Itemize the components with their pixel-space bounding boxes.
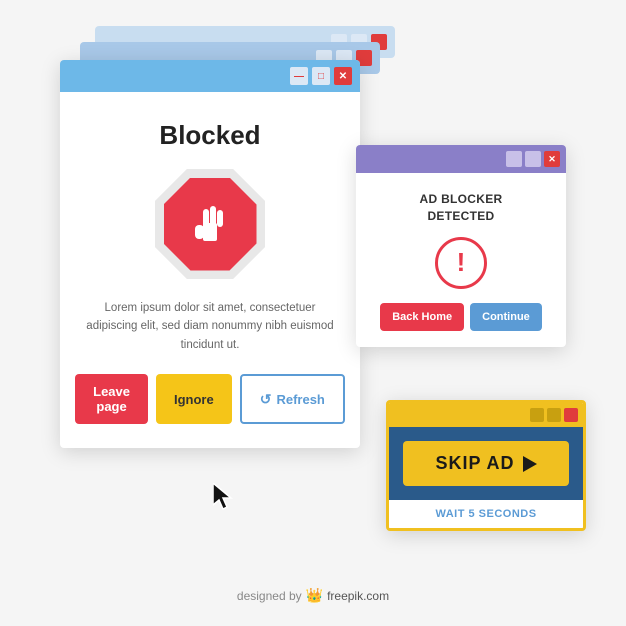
main-window-min[interactable]: — [290, 67, 308, 85]
main-window-close[interactable]: ✕ [334, 67, 352, 85]
skip-ad-button[interactable]: SKIP AD [403, 441, 569, 486]
ad-window-min[interactable] [506, 151, 522, 167]
skip-ad-titlebar [389, 403, 583, 427]
main-window: — □ ✕ Blocked [60, 60, 360, 448]
ad-blocker-title: AD BLOCKERDETECTED [370, 191, 552, 225]
footer-designed-by: designed by [237, 589, 302, 603]
refresh-icon: ↺ [260, 391, 272, 408]
ad-window-max[interactable] [525, 151, 541, 167]
ad-blocker-window: ✕ AD BLOCKERDETECTED ! Back Home Continu… [356, 145, 566, 347]
ignore-button[interactable]: Ignore [156, 374, 232, 424]
stop-sign-inner [164, 178, 257, 271]
play-icon [523, 456, 537, 472]
lorem-text: Lorem ipsum dolor sit amet, consectetuer… [84, 299, 336, 354]
main-window-max[interactable]: □ [312, 67, 330, 85]
button-row: Leave page Ignore ↺ Refresh [84, 374, 336, 424]
main-window-titlebar: — □ ✕ [60, 60, 360, 92]
skip-ad-window: SKIP AD WAIT 5 SECONDS [386, 400, 586, 531]
blocked-title: Blocked [84, 120, 336, 151]
stop-sign-outer [155, 169, 265, 279]
wait-text: WAIT 5 SECONDS [389, 500, 583, 528]
ad-window-close[interactable]: ✕ [544, 151, 560, 167]
ad-blocker-body: AD BLOCKERDETECTED ! Back Home Continue [356, 173, 566, 347]
leave-page-button[interactable]: Leave page [75, 374, 148, 424]
skip-window-close[interactable] [564, 408, 578, 422]
footer: designed by 👑 freepik.com [237, 587, 389, 604]
refresh-button[interactable]: ↺ Refresh [240, 374, 345, 424]
skip-window-max[interactable] [547, 408, 561, 422]
main-window-body: Blocked Lorem ipsum dolor si [60, 92, 360, 448]
refresh-label: Refresh [276, 392, 324, 407]
back-home-button[interactable]: Back Home [380, 303, 464, 331]
warning-circle: ! [435, 237, 487, 289]
ad-button-row: Back Home Continue [370, 303, 552, 331]
skip-window-min[interactable] [530, 408, 544, 422]
footer-brand: freepik.com [327, 589, 389, 603]
skip-ad-body: SKIP AD [389, 427, 583, 500]
ad-blocker-titlebar: ✕ [356, 145, 566, 173]
hand-icon [189, 201, 231, 247]
skip-ad-label: SKIP AD [435, 453, 514, 474]
cursor [213, 483, 235, 511]
freepik-crown-icon: 👑 [306, 587, 323, 604]
continue-button[interactable]: Continue [470, 303, 542, 331]
